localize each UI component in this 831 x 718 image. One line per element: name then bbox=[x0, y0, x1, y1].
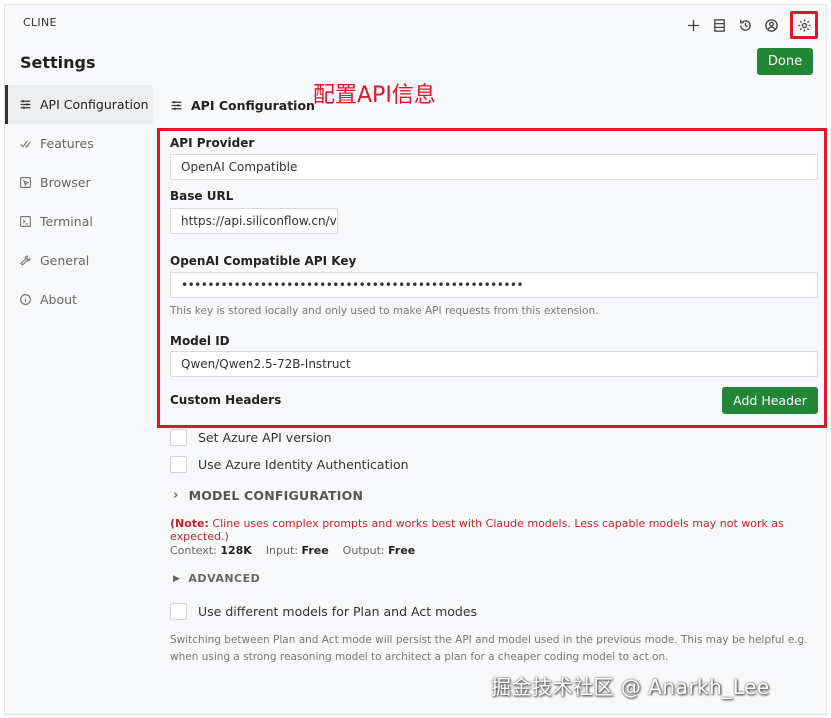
azure-identity-label: Use Azure Identity Authentication bbox=[198, 457, 409, 472]
chevron-right-icon: › bbox=[173, 488, 179, 503]
account-icon[interactable] bbox=[762, 16, 780, 34]
sidebar-item-about[interactable]: About bbox=[5, 280, 153, 319]
api-key-hint: This key is stored locally and only used… bbox=[170, 305, 599, 317]
done-button[interactable]: Done bbox=[757, 48, 813, 75]
model-note: (Note: Cline uses complex prompts and wo… bbox=[170, 517, 826, 543]
api-provider-select[interactable]: OpenAI Compatible bbox=[170, 154, 818, 180]
sidebar-item-label: Browser bbox=[40, 175, 91, 190]
browser-icon bbox=[20, 177, 31, 188]
sidebar-item-label: Terminal bbox=[40, 214, 93, 229]
sidebar-item-features[interactable]: Features bbox=[5, 124, 153, 163]
api-key-input[interactable]: ••••••••••••••••••••••••••••••••••••••••… bbox=[170, 272, 818, 298]
plus-icon[interactable] bbox=[684, 16, 702, 34]
plan-act-hint: Switching between Plan and Act mode will… bbox=[170, 634, 808, 663]
model-id-label: Model ID bbox=[170, 334, 230, 348]
check-icon bbox=[20, 140, 31, 149]
app-name: CLINE bbox=[23, 16, 57, 29]
model-stats: Context: 128K Input: Free Output: Free bbox=[170, 544, 415, 557]
info-icon bbox=[20, 294, 31, 305]
input-stat: Input: Free bbox=[266, 544, 329, 557]
wrench-icon bbox=[20, 255, 31, 266]
settings-sidebar: API Configuration Features Browser Termi… bbox=[5, 85, 153, 319]
azure-version-label: Set Azure API version bbox=[198, 430, 332, 445]
sidebar-item-browser[interactable]: Browser bbox=[5, 163, 153, 202]
api-provider-label: API Provider bbox=[170, 136, 255, 150]
add-header-button[interactable]: Add Header bbox=[722, 387, 818, 414]
triangle-right-icon: ▶ bbox=[173, 573, 181, 584]
history-list-icon[interactable] bbox=[710, 16, 728, 34]
sidebar-item-label: About bbox=[40, 292, 77, 307]
input-value: Free bbox=[301, 544, 329, 557]
sidebar-item-api-configuration[interactable]: API Configuration bbox=[5, 85, 153, 124]
terminal-icon bbox=[20, 216, 31, 227]
plan-act-label: Use different models for Plan and Act mo… bbox=[198, 604, 478, 619]
gear-icon[interactable] bbox=[790, 11, 818, 39]
plan-act-checkbox-row[interactable]: Use different models for Plan and Act mo… bbox=[170, 603, 477, 620]
context-label: Context: bbox=[170, 544, 217, 557]
advanced-toggle[interactable]: ▶ ADVANCED bbox=[173, 572, 260, 585]
watermark: 掘金技术社区 @ Anarkh_Lee bbox=[491, 675, 770, 699]
output-label: Output: bbox=[342, 544, 385, 557]
toolbar bbox=[684, 11, 818, 39]
output-stat: Output: Free bbox=[343, 544, 416, 557]
sidebar-item-terminal[interactable]: Terminal bbox=[5, 202, 153, 241]
page-title: Settings bbox=[20, 53, 96, 72]
sidebar-item-label: API Configuration bbox=[40, 97, 149, 112]
sliders-icon bbox=[20, 100, 31, 109]
section-title: API Configuration bbox=[170, 98, 315, 113]
advanced-label: ADVANCED bbox=[188, 572, 261, 585]
model-configuration-toggle[interactable]: › MODEL CONFIGURATION bbox=[173, 488, 363, 503]
azure-version-checkbox-row[interactable]: Set Azure API version bbox=[170, 429, 332, 446]
input-label: Input: bbox=[265, 544, 299, 557]
base-url-input[interactable]: https://api.siliconflow.cn/v bbox=[170, 208, 338, 234]
note-prefix: (Note: bbox=[170, 517, 209, 530]
model-configuration-label: MODEL CONFIGURATION bbox=[188, 488, 364, 503]
sidebar-item-label: General bbox=[40, 253, 90, 268]
context-value: 128K bbox=[220, 544, 252, 557]
history-icon[interactable] bbox=[736, 16, 754, 34]
model-id-input[interactable]: Qwen/Qwen2.5-72B-Instruct bbox=[170, 351, 818, 377]
annotation-text: 配置API信息 bbox=[313, 83, 436, 108]
output-value: Free bbox=[388, 544, 416, 557]
azure-version-checkbox[interactable] bbox=[170, 429, 187, 446]
custom-headers-label: Custom Headers bbox=[170, 393, 282, 407]
azure-identity-checkbox[interactable] bbox=[170, 456, 187, 473]
note-text: Cline uses complex prompts and works bes… bbox=[170, 517, 784, 543]
sliders-icon bbox=[171, 101, 182, 110]
azure-identity-checkbox-row[interactable]: Use Azure Identity Authentication bbox=[170, 456, 409, 473]
sidebar-item-general[interactable]: General bbox=[5, 241, 153, 280]
base-url-label: Base URL bbox=[170, 189, 234, 203]
sidebar-item-label: Features bbox=[40, 136, 94, 151]
section-title-label: API Configuration bbox=[191, 98, 315, 113]
plan-act-checkbox[interactable] bbox=[170, 603, 187, 620]
context-stat: Context: 128K bbox=[170, 544, 252, 557]
settings-window: CLINE Settings Done API Configuration Fe… bbox=[4, 4, 827, 715]
api-key-label: OpenAI Compatible API Key bbox=[170, 254, 357, 268]
title-bar: CLINE bbox=[5, 5, 826, 41]
